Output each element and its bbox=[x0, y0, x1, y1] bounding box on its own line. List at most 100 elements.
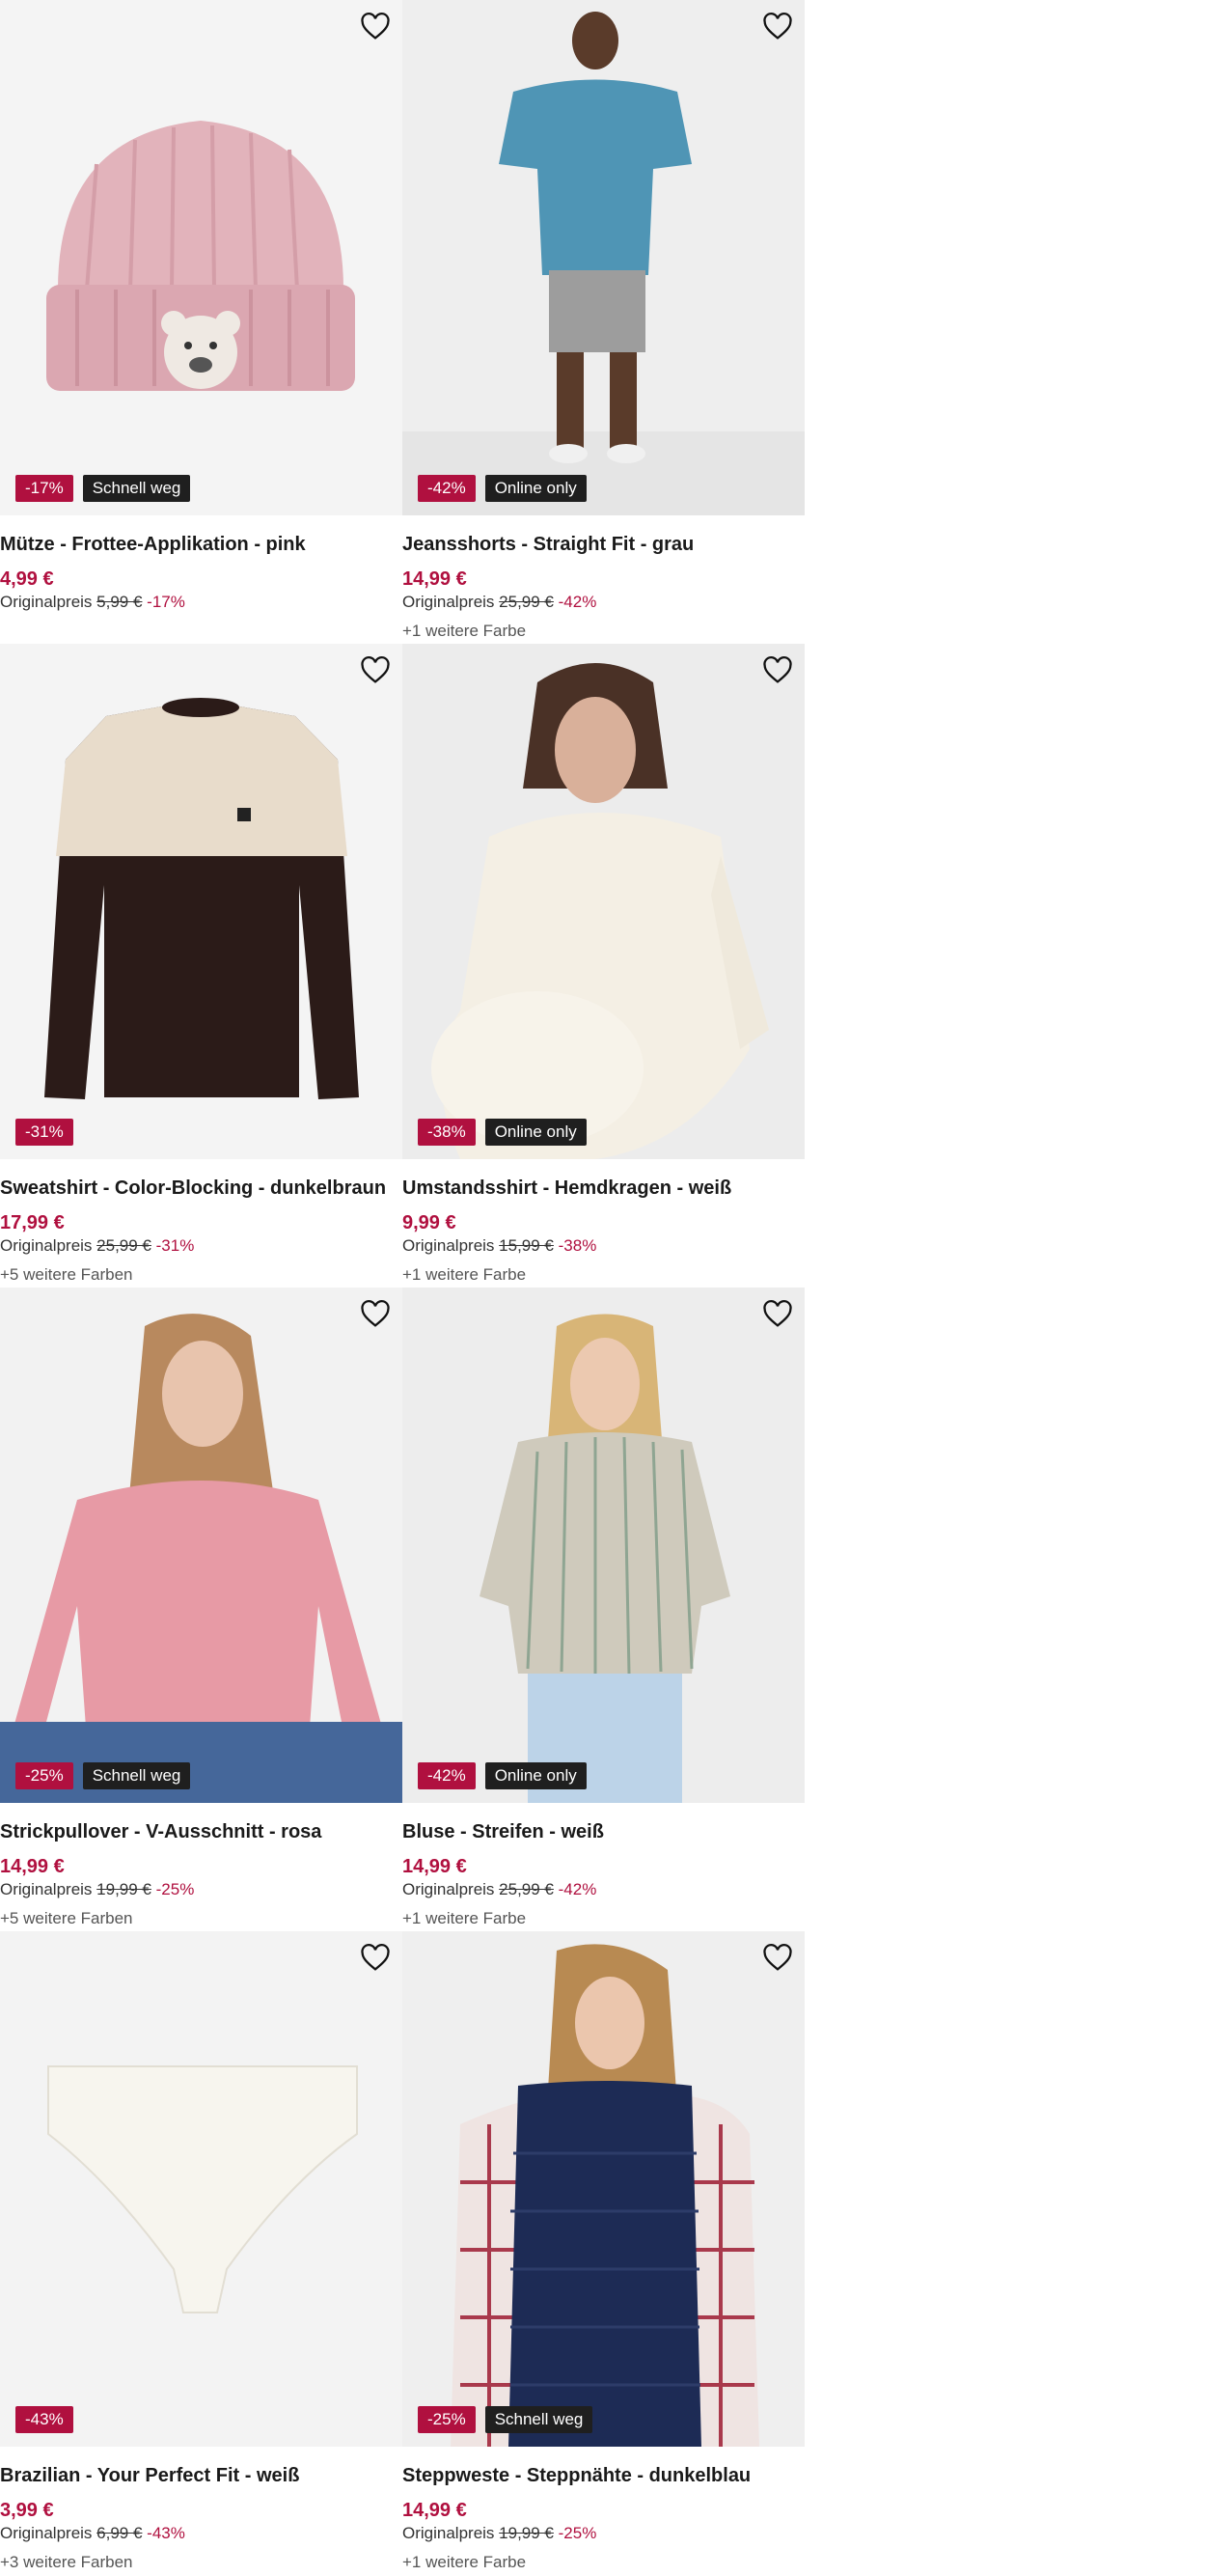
badges: -42% Online only bbox=[418, 475, 587, 502]
product-card[interactable]: -31% Sweatshirt - Color-Blocking - dunke… bbox=[0, 644, 402, 1288]
favorite-heart-icon[interactable] bbox=[758, 1295, 797, 1334]
product-title[interactable]: Bluse - Streifen - weiß bbox=[402, 1821, 805, 1843]
original-price: 19,99 € bbox=[499, 2524, 554, 2542]
product-card[interactable]: -42% Online only Jeansshorts - Straight … bbox=[402, 0, 805, 644]
original-price-line: Originalpreis 25,99 € -42% bbox=[402, 1880, 596, 1899]
original-price-line: Originalpreis 5,99 € -17% bbox=[0, 593, 185, 612]
badges: -31% bbox=[15, 1119, 73, 1146]
favorite-heart-icon[interactable] bbox=[758, 8, 797, 46]
original-price-line: Originalpreis 25,99 € -31% bbox=[0, 1236, 194, 1256]
more-colors[interactable]: +3 weitere Farben bbox=[0, 2553, 133, 2572]
more-colors[interactable]: +1 weitere Farbe bbox=[402, 1265, 526, 1285]
discount-percent: -42% bbox=[558, 1880, 597, 1898]
product-image[interactable]: -43% bbox=[0, 1931, 402, 2447]
discount-badge: -38% bbox=[418, 1119, 476, 1146]
more-colors[interactable]: +1 weitere Farbe bbox=[402, 2553, 526, 2572]
favorite-heart-icon[interactable] bbox=[356, 1939, 395, 1978]
discount-percent: -17% bbox=[147, 593, 185, 611]
badges: -25% Schnell weg bbox=[15, 1762, 191, 1789]
favorite-heart-icon[interactable] bbox=[356, 1295, 395, 1334]
favorite-heart-icon[interactable] bbox=[356, 8, 395, 46]
favorite-heart-icon[interactable] bbox=[758, 651, 797, 690]
product-image[interactable]: -31% bbox=[0, 644, 402, 1159]
product-image[interactable]: -38% Online only bbox=[402, 644, 805, 1159]
discount-percent: -38% bbox=[558, 1236, 597, 1255]
original-price-line: Originalpreis 6,99 € -43% bbox=[0, 2524, 185, 2543]
original-price-line: Originalpreis 25,99 € -42% bbox=[402, 593, 596, 612]
product-card[interactable]: -25% Schnell weg Steppweste - Steppnähte… bbox=[402, 1931, 805, 2575]
product-title[interactable]: Umstandsshirt - Hemdkragen - weiß bbox=[402, 1177, 805, 1200]
discount-badge: -42% bbox=[418, 1762, 476, 1789]
product-image[interactable]: -25% Schnell weg bbox=[0, 1288, 402, 1803]
original-price-label: Originalpreis bbox=[402, 1236, 495, 1255]
product-price: 17,99 € bbox=[0, 1212, 65, 1233]
discount-badge: -43% bbox=[15, 2406, 73, 2433]
product-card[interactable]: -17% Schnell weg Mütze - Frottee-Applika… bbox=[0, 0, 402, 644]
original-price-label: Originalpreis bbox=[0, 1880, 93, 1898]
original-price: 25,99 € bbox=[499, 593, 554, 611]
product-card[interactable]: -42% Online only Bluse - Streifen - weiß… bbox=[402, 1288, 805, 1931]
promo-tag: Schnell weg bbox=[82, 475, 191, 502]
product-title[interactable]: Sweatshirt - Color-Blocking - dunkelbrau… bbox=[0, 1177, 402, 1200]
promo-tag: Online only bbox=[484, 475, 587, 502]
product-price: 4,99 € bbox=[0, 568, 54, 590]
original-price: 25,99 € bbox=[499, 1880, 554, 1898]
original-price: 25,99 € bbox=[96, 1236, 151, 1255]
promo-tag: Online only bbox=[484, 1762, 587, 1789]
original-price-label: Originalpreis bbox=[0, 1236, 93, 1255]
product-card[interactable]: -38% Online only Umstandsshirt - Hemdkra… bbox=[402, 644, 805, 1288]
product-card[interactable]: -43% Brazilian - Your Perfect Fit - weiß… bbox=[0, 1931, 402, 2575]
product-price: 14,99 € bbox=[402, 568, 467, 590]
original-price: 15,99 € bbox=[499, 1236, 554, 1255]
discount-percent: -43% bbox=[147, 2524, 185, 2542]
original-price: 5,99 € bbox=[96, 593, 143, 611]
original-price-label: Originalpreis bbox=[402, 2524, 495, 2542]
favorite-heart-icon[interactable] bbox=[356, 651, 395, 690]
discount-percent: -42% bbox=[558, 593, 597, 611]
badges: -38% Online only bbox=[418, 1119, 587, 1146]
product-title[interactable]: Jeansshorts - Straight Fit - grau bbox=[402, 534, 805, 556]
favorite-heart-icon[interactable] bbox=[758, 1939, 797, 1978]
discount-percent: -31% bbox=[155, 1236, 195, 1255]
original-price-label: Originalpreis bbox=[0, 593, 93, 611]
product-image[interactable]: -42% Online only bbox=[402, 0, 805, 515]
product-image[interactable]: -17% Schnell weg bbox=[0, 0, 402, 515]
more-colors[interactable]: +1 weitere Farbe bbox=[402, 622, 526, 641]
promo-tag: Schnell weg bbox=[484, 2406, 593, 2433]
original-price-line: Originalpreis 19,99 € -25% bbox=[402, 2524, 596, 2543]
product-price: 14,99 € bbox=[0, 1856, 65, 1877]
original-price-label: Originalpreis bbox=[402, 1880, 495, 1898]
discount-badge: -17% bbox=[15, 475, 73, 502]
product-image[interactable]: -42% Online only bbox=[402, 1288, 805, 1803]
promo-tag: Online only bbox=[484, 1119, 587, 1146]
original-price-line: Originalpreis 15,99 € -38% bbox=[402, 1236, 596, 1256]
discount-badge: -25% bbox=[15, 1762, 73, 1789]
discount-percent: -25% bbox=[155, 1880, 195, 1898]
product-price: 9,99 € bbox=[402, 1212, 456, 1233]
more-colors[interactable]: +5 weitere Farben bbox=[0, 1265, 133, 1285]
more-colors[interactable]: +1 weitere Farbe bbox=[402, 1909, 526, 1928]
original-price-line: Originalpreis 19,99 € -25% bbox=[0, 1880, 194, 1899]
product-price: 3,99 € bbox=[0, 2500, 54, 2521]
badges: -43% bbox=[15, 2406, 73, 2433]
product-title[interactable]: Steppweste - Steppnähte - dunkelblau bbox=[402, 2465, 805, 2487]
badges: -17% Schnell weg bbox=[15, 475, 191, 502]
original-price: 6,99 € bbox=[96, 2524, 143, 2542]
original-price: 19,99 € bbox=[96, 1880, 151, 1898]
badges: -42% Online only bbox=[418, 1762, 587, 1789]
product-title[interactable]: Strickpullover - V-Ausschnitt - rosa bbox=[0, 1821, 402, 1843]
original-price-label: Originalpreis bbox=[0, 2524, 93, 2542]
product-price: 14,99 € bbox=[402, 1856, 467, 1877]
product-image[interactable]: -25% Schnell weg bbox=[402, 1931, 805, 2447]
more-colors[interactable]: +5 weitere Farben bbox=[0, 1909, 133, 1928]
product-price: 14,99 € bbox=[402, 2500, 467, 2521]
discount-badge: -42% bbox=[418, 475, 476, 502]
discount-percent: -25% bbox=[558, 2524, 597, 2542]
product-title[interactable]: Mütze - Frottee-Applikation - pink bbox=[0, 534, 402, 556]
original-price-label: Originalpreis bbox=[402, 593, 495, 611]
badges: -25% Schnell weg bbox=[418, 2406, 593, 2433]
discount-badge: -31% bbox=[15, 1119, 73, 1146]
product-title[interactable]: Brazilian - Your Perfect Fit - weiß bbox=[0, 2465, 402, 2487]
product-card[interactable]: -25% Schnell weg Strickpullover - V-Auss… bbox=[0, 1288, 402, 1931]
promo-tag: Schnell weg bbox=[82, 1762, 191, 1789]
